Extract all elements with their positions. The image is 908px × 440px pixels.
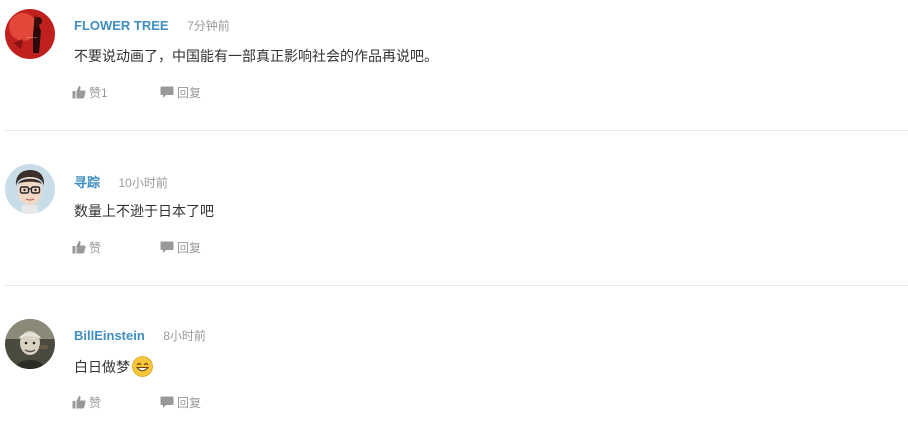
divider xyxy=(5,285,908,286)
comment-item: ~~~ FLOWER TREE 7分钟前 不要说动画了，中国能有一部真正影响社会… xyxy=(0,0,908,131)
comment-text-content: 白日做梦 xyxy=(74,358,130,375)
reply-button[interactable]: 回复 xyxy=(160,394,201,411)
speech-bubble-icon xyxy=(160,241,174,253)
timestamp: 7分钟前 xyxy=(187,19,230,33)
username[interactable]: FLOWER TREE xyxy=(74,18,169,33)
reply-button[interactable]: 回复 xyxy=(160,84,201,101)
reply-label: 回复 xyxy=(177,395,202,410)
comment-meta: 寻踪 10小时前 xyxy=(74,172,168,190)
thumbs-up-icon xyxy=(72,86,86,99)
avatar[interactable] xyxy=(5,164,55,214)
red-avatar-icon: ~~~ xyxy=(5,9,55,59)
comment-text: 白日做梦 xyxy=(74,356,153,377)
comment-text-content: 数量上不逊于日本了吧 xyxy=(74,203,214,219)
thumbs-up-icon xyxy=(72,241,86,254)
comment-text: 数量上不逊于日本了吧 xyxy=(74,201,214,221)
grinning-face-emoji-icon xyxy=(132,356,153,377)
username[interactable]: 寻踪 xyxy=(74,175,100,190)
comment-text: 不要说动画了，中国能有一部真正影响社会的作品再说吧。 xyxy=(74,46,438,66)
avatar[interactable]: ~~~ xyxy=(5,9,55,59)
reply-label: 回复 xyxy=(177,85,202,100)
timestamp: 10小时前 xyxy=(118,176,168,190)
photo-avatar-icon xyxy=(5,319,55,369)
comment-text-content: 不要说动画了，中国能有一部真正影响社会的作品再说吧。 xyxy=(74,48,438,64)
comment-item: 寻踪 10小时前 数量上不逊于日本了吧 赞 回复 xyxy=(0,155,908,286)
reply-label: 回复 xyxy=(177,240,202,255)
timestamp: 8小时前 xyxy=(163,329,206,343)
like-count: 赞 xyxy=(89,240,102,255)
cartoon-face-avatar-icon xyxy=(5,164,55,214)
comment-actions: 赞 回复 xyxy=(72,239,201,255)
comment-actions: 赞1 回复 xyxy=(72,84,201,100)
like-button[interactable]: 赞1 xyxy=(72,84,160,101)
divider xyxy=(5,130,908,131)
comment-item: BillEinstein 8小时前 白日做梦 赞 回复 xyxy=(0,310,908,440)
like-button[interactable]: 赞 xyxy=(72,394,160,411)
avatar[interactable] xyxy=(5,319,55,369)
like-count: 赞1 xyxy=(89,85,108,100)
reply-button[interactable]: 回复 xyxy=(160,239,201,256)
username[interactable]: BillEinstein xyxy=(74,328,145,343)
comment-actions: 赞 回复 xyxy=(72,394,201,410)
thumbs-up-icon xyxy=(72,396,86,409)
comment-meta: FLOWER TREE 7分钟前 xyxy=(74,17,230,35)
like-button[interactable]: 赞 xyxy=(72,239,160,256)
comment-meta: BillEinstein 8小时前 xyxy=(74,327,206,345)
speech-bubble-icon xyxy=(160,396,174,408)
like-count: 赞 xyxy=(89,395,102,410)
svg-text:~~~: ~~~ xyxy=(27,35,37,40)
speech-bubble-icon xyxy=(160,86,174,98)
